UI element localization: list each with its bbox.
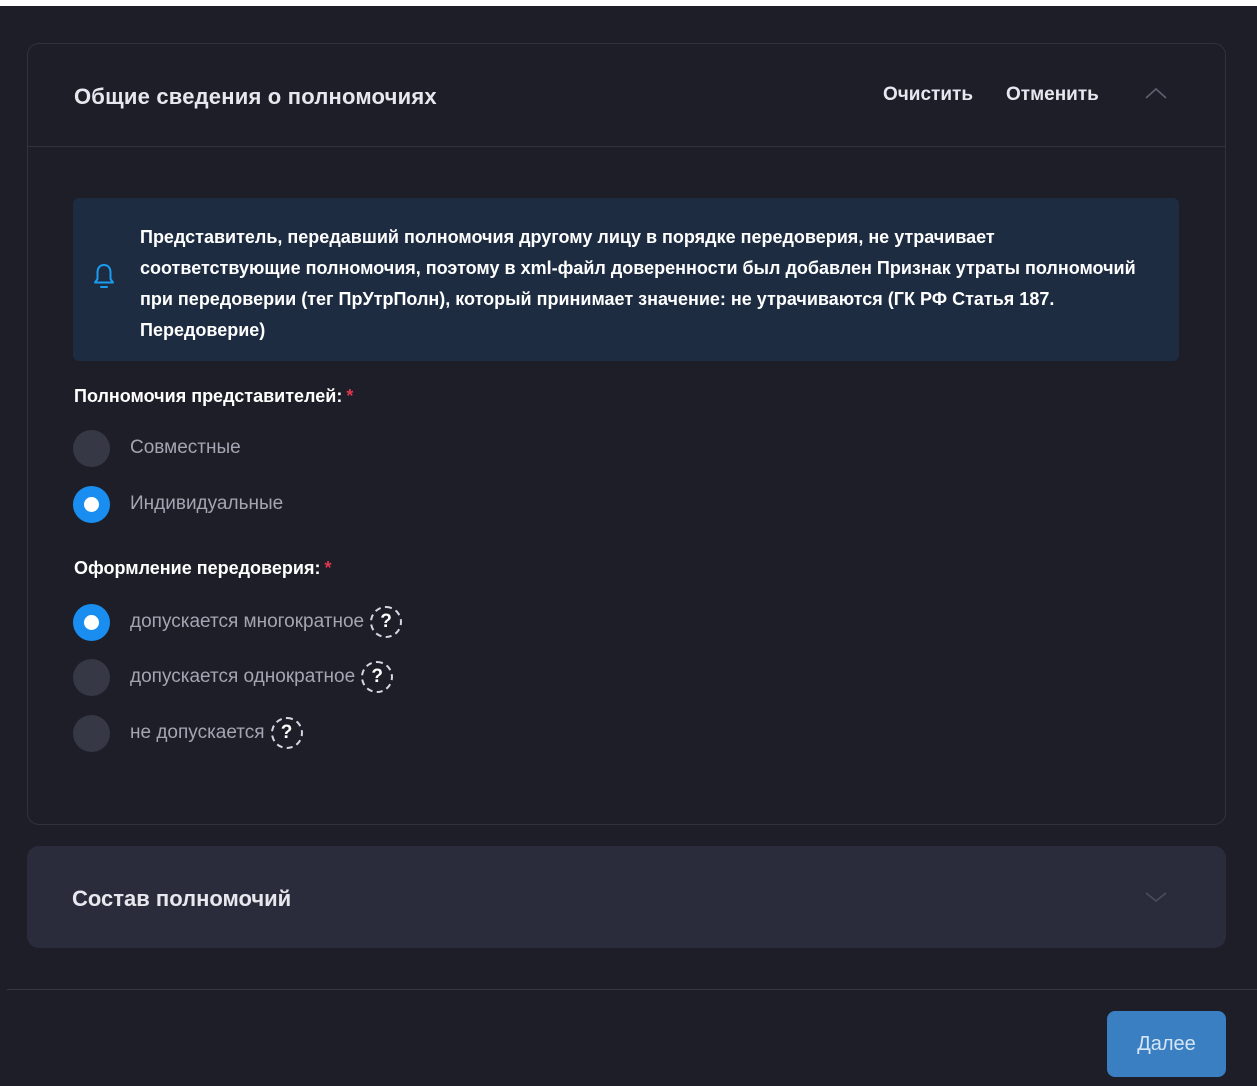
radio-label: не допускается — [130, 722, 265, 743]
radio-option-multiple[interactable]: допускается многократное ? — [73, 603, 403, 641]
radio-label: допускается многократное — [130, 611, 365, 632]
redelegation-label: Оформление передоверия: * — [74, 558, 331, 579]
representatives-powers-label-text: Полномочия представителей: — [74, 386, 343, 406]
bell-icon — [94, 264, 114, 288]
general-info-title: Общие сведения о полномочиях — [74, 84, 437, 109]
radio-button[interactable] — [73, 429, 110, 467]
next-button[interactable]: Далее — [1107, 1011, 1226, 1077]
help-icon[interactable]: ? — [361, 661, 394, 693]
radio-label: Индивидуальные — [130, 493, 284, 514]
general-info-panel: Общие сведения о полномочиях Очистить От… — [27, 43, 1226, 825]
radio-option-joint[interactable]: Совместные — [73, 429, 241, 467]
radio-button[interactable] — [73, 658, 110, 696]
radio-label: Совместные — [130, 437, 241, 458]
required-marker: * — [346, 386, 354, 406]
info-notice-text: Представитель, передавший полномочия дру… — [140, 227, 1136, 340]
help-icon[interactable]: ? — [370, 606, 403, 638]
radio-option-not-allowed[interactable]: не допускается ? — [73, 714, 303, 752]
radio-button-checked[interactable] — [73, 603, 110, 641]
redelegation-label-text: Оформление передоверия: — [74, 558, 321, 578]
powers-composition-panel[interactable]: Состав полномочий — [27, 846, 1226, 948]
help-icon[interactable]: ? — [270, 717, 303, 749]
radio-button-checked[interactable] — [73, 485, 110, 523]
radio-button[interactable] — [73, 714, 110, 752]
page: Общие сведения о полномочиях Очистить От… — [0, 0, 1257, 1086]
cancel-button[interactable]: Отменить — [1006, 84, 1099, 106]
top-strip — [0, 0, 1257, 6]
chevron-up-icon[interactable] — [1143, 84, 1169, 104]
clear-button[interactable]: Очистить — [883, 84, 973, 106]
radio-option-individual[interactable]: Индивидуальные — [73, 485, 283, 523]
radio-option-single[interactable]: допускается однократное ? — [73, 658, 394, 696]
representatives-powers-label: Полномочия представителей: * — [74, 386, 353, 407]
required-marker: * — [324, 558, 332, 578]
info-notice: Представитель, передавший полномочия дру… — [73, 198, 1179, 361]
powers-composition-title: Состав полномочий — [72, 886, 292, 911]
footer-divider — [7, 989, 1257, 990]
chevron-down-icon[interactable] — [1144, 888, 1168, 906]
radio-label: допускается однократное — [130, 666, 356, 687]
general-info-header[interactable]: Общие сведения о полномочиях Очистить От… — [28, 44, 1225, 147]
